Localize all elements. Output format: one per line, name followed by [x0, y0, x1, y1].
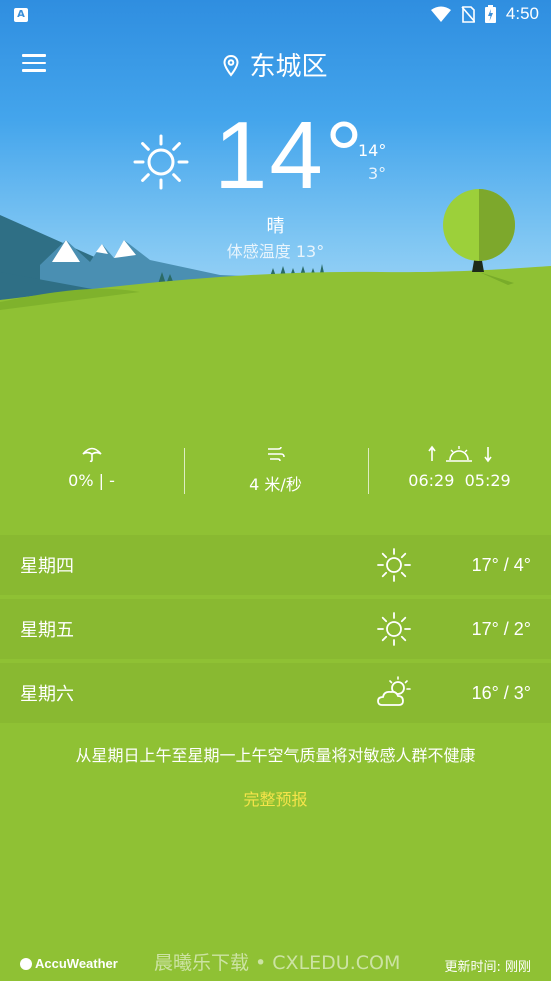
high-temperature: 14°: [358, 141, 387, 160]
accuweather-sun-icon: [20, 958, 32, 970]
sun-times-value: 06:29 05:29: [368, 471, 551, 490]
wind-value: 4 米/秒: [249, 475, 302, 494]
location-title[interactable]: 东城区: [0, 46, 551, 83]
sunset-time: 05:29: [464, 471, 511, 490]
umbrella-icon: [81, 447, 102, 463]
sun-times-stat: 06:29 05:29: [368, 445, 551, 490]
sun-icon: [133, 134, 189, 190]
weather-stats: 0% | - 4 米/秒 06:29 05:29: [0, 445, 551, 499]
sunrise-sunset-icon: [427, 445, 492, 463]
watermark: 晨曦乐下载 • CXLEDU.COM: [154, 952, 401, 974]
brand-name: AccuWeather: [35, 956, 118, 971]
partly-cloudy-icon: [377, 676, 411, 706]
forecast-day: 星期四: [20, 556, 74, 577]
daily-forecast-list: 星期四 17° / 4° 星期五 17° / 2° 星期六 16° / 3°: [0, 535, 551, 727]
location-pin-icon: [223, 54, 239, 77]
feels-like: 体感温度 13°: [226, 242, 325, 261]
location-name: 东城区: [249, 52, 328, 82]
forecast-range: 16° / 3°: [471, 682, 531, 703]
battery-charging-icon: [484, 5, 496, 23]
status-time: 4:50: [505, 4, 539, 23]
accuweather-logo[interactable]: AccuWeather: [20, 956, 118, 971]
low-temperature: 3°: [368, 164, 387, 183]
wind-stat: 4 米/秒: [184, 445, 367, 495]
weather-condition: 晴: [266, 216, 285, 237]
update-time: 更新时间: 刚刚: [444, 960, 531, 975]
sun-icon: [377, 612, 411, 646]
wifi-icon: [430, 6, 451, 22]
forecast-row[interactable]: 星期五 17° / 2°: [0, 599, 551, 659]
wind-icon: [267, 446, 285, 462]
forecast-day: 星期六: [20, 684, 74, 705]
forecast-row[interactable]: 星期六 16° / 3°: [0, 663, 551, 723]
no-sim-icon: [461, 5, 475, 23]
air-quality-alert: 从星期日上午至星期一上午空气质量将对敏感人群不健康: [75, 746, 476, 765]
full-forecast-link[interactable]: 完整预报: [0, 786, 551, 810]
footer: AccuWeather 晨曦乐下载 • CXLEDU.COM 更新时间: 刚刚: [0, 948, 551, 978]
sunrise-time: 06:29: [408, 471, 455, 490]
forecast-row[interactable]: 星期四 17° / 4°: [0, 535, 551, 595]
sun-icon: [377, 548, 411, 582]
app-notification-icon: A: [14, 8, 28, 22]
status-bar: A 4:50: [0, 0, 551, 32]
forecast-range: 17° / 4°: [471, 554, 531, 575]
forecast-day: 星期五: [20, 620, 74, 641]
forecast-range: 17° / 2°: [471, 618, 531, 639]
precipitation-stat: 0% | -: [0, 445, 183, 490]
precipitation-value: 0% | -: [68, 471, 115, 490]
current-temperature: 14°: [214, 102, 366, 209]
